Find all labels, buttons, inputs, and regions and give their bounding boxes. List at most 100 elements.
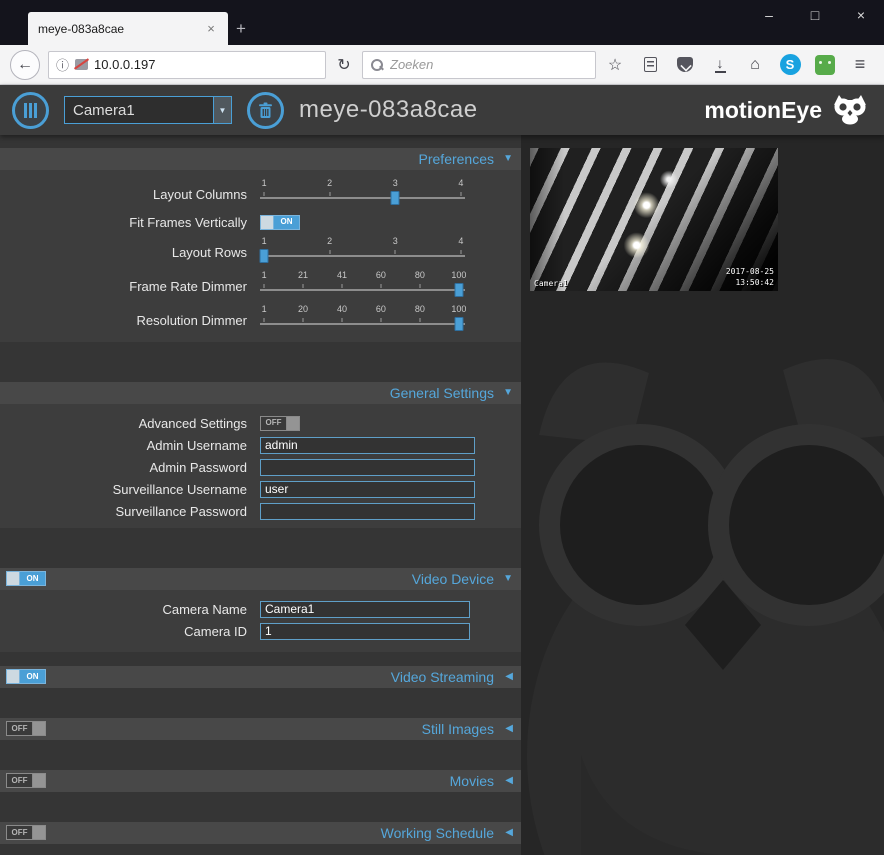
section-header-general-settings[interactable]: General Settings ▼	[0, 382, 521, 404]
section-header-still-images[interactable]: OFF Still Images ◀	[0, 718, 521, 740]
bookmarks-list-icon[interactable]	[639, 54, 661, 76]
tick-label: 1	[261, 236, 267, 246]
site-info-icon[interactable]: ⓘ	[56, 55, 69, 74]
section-header-video-device[interactable]: ON Video Device ▼	[0, 568, 521, 590]
toggle-knob	[286, 416, 299, 430]
section-header-preferences[interactable]: Preferences ▼	[0, 148, 521, 170]
surveillance-username-input[interactable]	[260, 480, 475, 498]
chevron-left-icon[interactable]: ◀	[505, 671, 513, 682]
slider-handle[interactable]	[259, 249, 269, 263]
tab-close-icon[interactable]: ×	[204, 21, 218, 36]
back-button[interactable]: ←	[10, 49, 40, 80]
camera-id-input[interactable]	[260, 622, 470, 640]
pocket-icon[interactable]	[674, 54, 696, 76]
tick-mark	[263, 192, 265, 196]
new-tab-button[interactable]: +	[236, 19, 246, 39]
slider-handle[interactable]	[390, 191, 400, 205]
chevron-left-icon[interactable]: ◀	[505, 723, 513, 734]
admin-username-label: Admin Username	[146, 437, 247, 453]
extension-icon[interactable]	[814, 54, 836, 76]
admin-password-input[interactable]	[260, 458, 475, 476]
toggle-state: OFF	[7, 826, 32, 839]
bookmark-star-icon[interactable]: ☆	[604, 54, 626, 76]
camera-overlay-date: 2017-08-25	[725, 267, 774, 277]
menu-icon[interactable]: ≡	[849, 54, 871, 76]
tick-label: 41	[336, 270, 348, 280]
slider-track	[260, 323, 465, 325]
video-device-toggle[interactable]: ON	[6, 571, 46, 586]
layout-rows-label: Layout Rows	[171, 245, 247, 260]
delete-camera-button[interactable]	[247, 91, 284, 129]
downloads-icon[interactable]: ↓	[709, 54, 731, 76]
home-icon[interactable]: ⌂	[744, 54, 766, 76]
back-arrow-icon: ←	[17, 55, 33, 73]
video-streaming-toggle[interactable]: ON	[6, 669, 46, 684]
section-title: Still Images	[421, 721, 494, 737]
search-bar[interactable]	[362, 50, 596, 79]
tick-label: 100	[451, 304, 467, 314]
layout-columns-slider[interactable]: 1 2 3 4	[260, 176, 465, 210]
chevron-down-icon[interactable]: ▼	[503, 387, 513, 398]
url-input[interactable]	[94, 57, 318, 72]
layout-rows-slider[interactable]: 1 2 3 4	[259, 234, 465, 268]
section-header-movies[interactable]: OFF Movies ◀	[0, 770, 521, 792]
advanced-settings-toggle[interactable]: OFF	[260, 415, 300, 431]
camera-name-input[interactable]	[260, 600, 470, 618]
admin-username-input[interactable]	[260, 436, 475, 454]
tab-title: meye-083a8cae	[38, 21, 125, 36]
still-images-toggle[interactable]: OFF	[6, 721, 46, 736]
resolution-dimmer-slider[interactable]: 1 20 40 60 80 100	[260, 302, 467, 336]
chevron-left-icon[interactable]: ◀	[505, 775, 513, 786]
blocked-content-icon[interactable]	[75, 59, 89, 70]
tick-label: 20	[298, 304, 309, 314]
chevron-down-icon[interactable]: ▼	[213, 97, 231, 123]
chevron-left-icon[interactable]: ◀	[505, 827, 513, 838]
brand: motionEye	[704, 95, 872, 125]
slider-tick-labels: 1 2 3 4	[260, 236, 465, 246]
section-header-video-streaming[interactable]: ON Video Streaming ◀	[0, 666, 521, 688]
camera-preview[interactable]: Camera1 2017-08-25 13:50:42	[530, 148, 778, 291]
skype-badge: S	[779, 54, 801, 75]
camera-select-value: Camera1	[73, 101, 135, 119]
maximize-button[interactable]: □	[792, 0, 838, 29]
tick-label: 1	[261, 270, 267, 280]
section-title: Video Streaming	[390, 669, 494, 685]
page-title: meye-083a8cae	[299, 96, 478, 123]
tick-mark	[329, 250, 331, 254]
tick-mark	[460, 250, 462, 254]
surveillance-password-label: Surveillance Password	[115, 503, 247, 519]
surveillance-password-input[interactable]	[260, 502, 475, 520]
layout-columns-row: Layout Columns 1 2 3 4	[0, 176, 521, 210]
working-schedule-toggle[interactable]: OFF	[6, 825, 46, 840]
tick-label: 80	[414, 270, 425, 280]
panel-toggle-button[interactable]	[12, 91, 49, 129]
minimize-button[interactable]: –	[746, 0, 792, 29]
search-icon	[371, 58, 383, 71]
tick-label: 2	[327, 236, 333, 246]
toggle-state: ON	[20, 670, 45, 683]
camera-select[interactable]: Camera1 ▼	[64, 96, 232, 124]
admin-username-row: Admin Username	[0, 434, 521, 456]
skype-extension-icon[interactable]: S	[779, 54, 801, 76]
search-input[interactable]	[390, 57, 587, 72]
section-body-video-device: Camera Name Camera ID	[0, 590, 521, 652]
slider-handle[interactable]	[454, 317, 464, 331]
tick-mark	[341, 318, 343, 322]
section-working-schedule: OFF Working Schedule ◀	[0, 822, 521, 844]
tick-mark	[341, 284, 343, 288]
browser-tab[interactable]: meye-083a8cae ×	[28, 12, 228, 45]
camera-name-label: Camera Name	[162, 601, 247, 617]
close-button[interactable]: ×	[838, 0, 884, 29]
section-header-working-schedule[interactable]: OFF Working Schedule ◀	[0, 822, 521, 844]
toggle-knob	[32, 774, 45, 787]
download-arrow-icon: ↓	[714, 55, 726, 73]
fit-frames-toggle[interactable]: ON	[260, 214, 300, 230]
section-body-general-settings: Advanced Settings OFF Admin Username Adm…	[0, 404, 521, 528]
chevron-down-icon[interactable]: ▼	[503, 153, 513, 164]
movies-toggle[interactable]: OFF	[6, 773, 46, 788]
frame-rate-dimmer-slider[interactable]: 1 21 41 60 80 100	[260, 268, 466, 302]
url-bar[interactable]: ⓘ	[48, 50, 326, 79]
chevron-down-icon[interactable]: ▼	[503, 573, 513, 584]
slider-handle[interactable]	[454, 283, 464, 297]
reload-button[interactable]: ↻	[334, 55, 354, 75]
